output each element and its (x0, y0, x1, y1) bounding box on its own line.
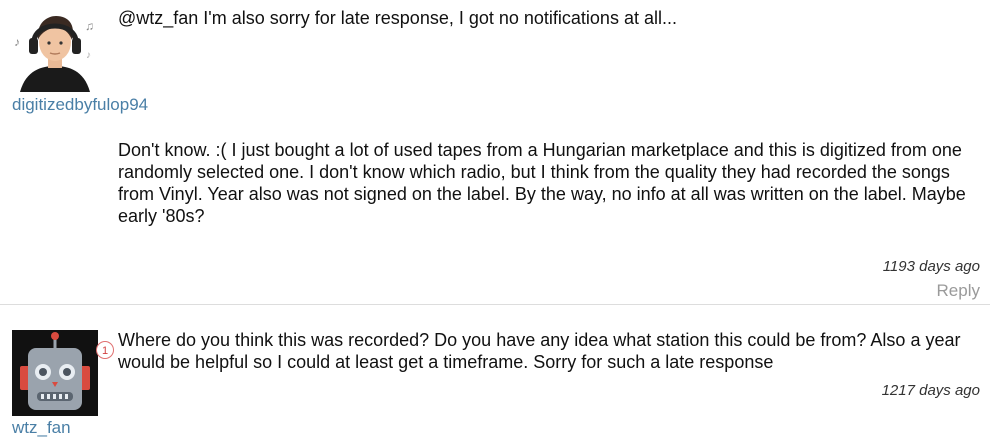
headphones-user-avatar-icon: ♪ ♫ ♪ (12, 6, 98, 92)
comment-body: Don't know. :( I just bought a lot of us… (118, 140, 966, 226)
svg-text:♪: ♪ (14, 35, 20, 49)
robot-avatar-icon (12, 330, 98, 416)
comment-username[interactable]: wtz_fan (12, 418, 71, 438)
comment-username[interactable]: digitizedbyfulop94 (12, 95, 148, 115)
user-avatar[interactable]: 1 (12, 330, 114, 416)
comment-meta: 1217 days ago (882, 382, 980, 399)
comment: 1 wtz_fan Where do you think this was re… (0, 306, 990, 442)
comment-body: Where do you think this was recorded? Do… (118, 330, 961, 372)
svg-text:♫: ♫ (85, 19, 94, 33)
comment-meta: 1193 days ago Reply (883, 258, 980, 301)
comment: ♪ ♫ ♪ digitizedbyfulop94 @wtz_fan I'm al… (0, 0, 990, 305)
svg-text:♪: ♪ (86, 50, 91, 61)
comment-timestamp: 1217 days ago (881, 382, 980, 399)
notification-badge: 1 (96, 341, 114, 359)
comment-mention-text: @wtz_fan I'm also sorry for late respons… (118, 8, 677, 28)
comment-divider (0, 304, 990, 305)
reply-button[interactable]: Reply (883, 281, 980, 301)
user-avatar[interactable]: ♪ ♫ ♪ (12, 6, 98, 92)
comment-timestamp: 1193 days ago (882, 258, 980, 275)
